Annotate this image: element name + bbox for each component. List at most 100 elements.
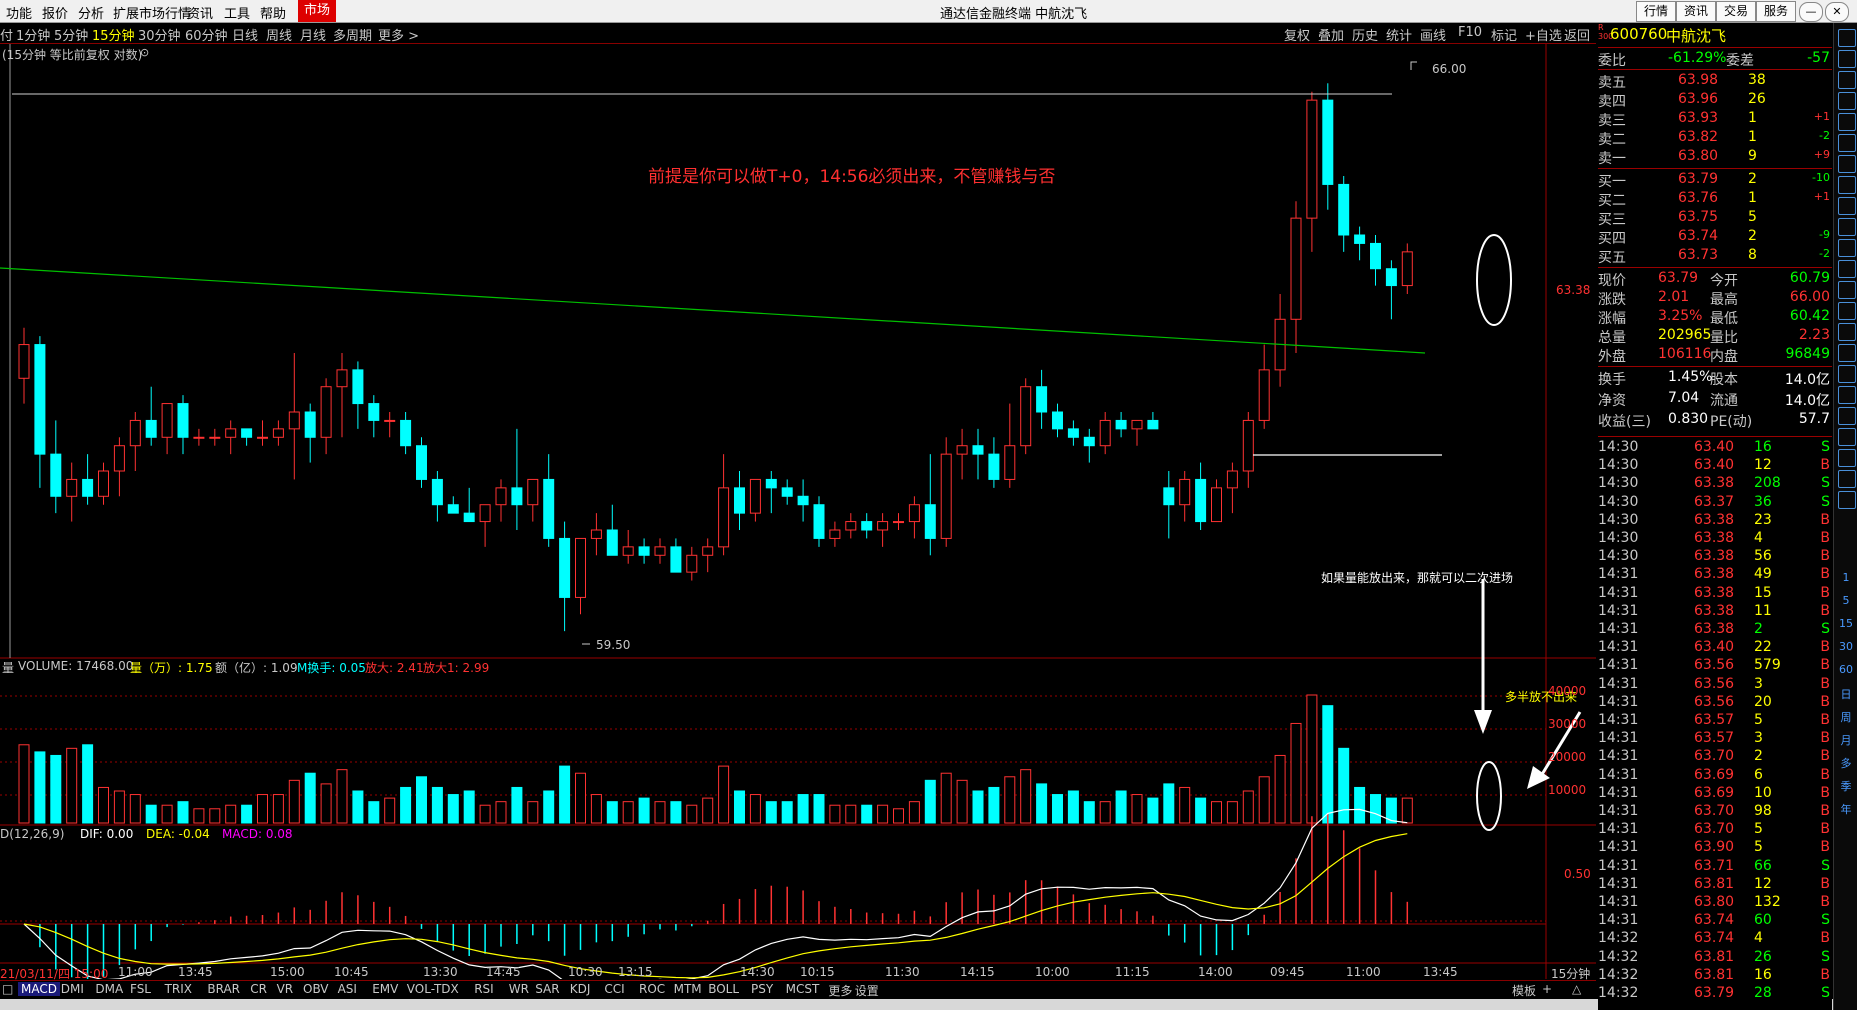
indicator-tab-mtm[interactable]: MTM xyxy=(674,982,702,996)
sidebar-tool-icon[interactable] xyxy=(1838,470,1856,488)
indicator-tab-mcst[interactable]: MCST xyxy=(786,982,820,996)
menu-item-help[interactable]: 帮助 xyxy=(260,3,286,22)
indicator-tab--[interactable]: 设置 xyxy=(855,982,879,999)
sidebar-tool-icon[interactable] xyxy=(1838,239,1856,257)
sidebar-tool-icon[interactable] xyxy=(1838,428,1856,446)
top-button-quote[interactable]: 行情 xyxy=(1636,1,1676,22)
indicator-tab-cci[interactable]: CCI xyxy=(604,982,624,996)
period-30min[interactable]: 30分钟 xyxy=(138,25,181,44)
sidebar-tool-icon[interactable] xyxy=(1838,176,1856,194)
sidebar-tool-icon[interactable] xyxy=(1838,92,1856,110)
indicator-tab-obv[interactable]: OBV xyxy=(303,982,329,996)
sidebar-tool-icon[interactable] xyxy=(1838,197,1856,215)
menu-item-extended-market[interactable]: 扩展市场行情 xyxy=(113,3,191,22)
period-month[interactable]: 月线 xyxy=(300,25,326,44)
close-icon[interactable]: ✕ xyxy=(1825,2,1849,22)
indicator-tab-psy[interactable]: PSY xyxy=(751,982,773,996)
tool-history[interactable]: 历史 xyxy=(1352,25,1378,44)
menu-item-analysis[interactable]: 分析 xyxy=(78,3,104,22)
menu-item-news[interactable]: 资讯 xyxy=(187,3,213,22)
candle-body xyxy=(1004,445,1016,480)
chart-title-chevron-icon[interactable]: ⊙ xyxy=(140,46,149,59)
volume-bar xyxy=(241,804,253,824)
indicator-tab-boll[interactable]: BOLL xyxy=(708,982,739,996)
tool-fuquan[interactable]: 复权 xyxy=(1284,25,1310,44)
sidebar-tool-icon[interactable] xyxy=(1838,155,1856,173)
indicator-tab-macd[interactable]: MACD xyxy=(18,982,60,996)
period-shortcut[interactable]: 日 xyxy=(1837,686,1855,702)
tool-back[interactable]: 返回 xyxy=(1564,25,1590,44)
indicator-tab-fsl[interactable]: FSL xyxy=(130,982,151,996)
sidebar-tool-icon[interactable] xyxy=(1838,260,1856,278)
top-button-news[interactable]: 资讯 xyxy=(1676,1,1716,22)
top-button-service[interactable]: 服务 xyxy=(1756,1,1796,22)
indicator-tab-dmi[interactable]: DMI xyxy=(61,982,84,996)
menu-item-function[interactable]: 功能 xyxy=(6,3,32,22)
period-week[interactable]: 周线 xyxy=(266,25,292,44)
period-shortcut[interactable]: 季 xyxy=(1837,778,1855,794)
sidebar-tool-icon[interactable] xyxy=(1838,302,1856,320)
period-shortcut[interactable]: 年 xyxy=(1837,801,1855,817)
indicator-tab-asi[interactable]: ASI xyxy=(338,982,357,996)
menu-item-quote[interactable]: 报价 xyxy=(42,3,68,22)
sidebar-tool-icon[interactable] xyxy=(1838,449,1856,467)
period-shortcut[interactable]: 1 xyxy=(1837,571,1855,584)
period-shortcut[interactable]: 多 xyxy=(1837,755,1855,771)
sidebar-tool-icon[interactable] xyxy=(1838,386,1856,404)
sidebar-tool-icon[interactable] xyxy=(1838,365,1856,383)
minimize-icon[interactable]: — xyxy=(1799,2,1823,22)
sidebar-tool-icon[interactable] xyxy=(1838,323,1856,341)
sidebar-tool-icon[interactable] xyxy=(1838,281,1856,299)
indicator-tab--[interactable]: 更多 xyxy=(828,982,852,999)
indicator-tab-cr[interactable]: CR xyxy=(250,982,267,996)
sidebar-tool-icon[interactable] xyxy=(1838,71,1856,89)
indicator-tab-trix[interactable]: TRIX xyxy=(165,982,192,996)
period-multi[interactable]: 多周期 xyxy=(333,25,372,44)
sidebar-tool-icon[interactable] xyxy=(1838,491,1856,509)
indicator-tab-vr[interactable]: VR xyxy=(277,982,294,996)
indicator-tab-kdj[interactable]: KDJ xyxy=(570,982,591,996)
sidebar-tool-icon[interactable] xyxy=(1838,407,1856,425)
tool-draw-line[interactable]: 画线 xyxy=(1420,25,1446,44)
indicator-tab-dma[interactable]: DMA xyxy=(95,982,123,996)
indicator-tab-vol-tdx[interactable]: VOL-TDX xyxy=(407,982,459,996)
tool-f10[interactable]: F10 xyxy=(1458,25,1482,40)
sidebar-tool-icon[interactable] xyxy=(1838,344,1856,362)
period-shortcut[interactable]: 5 xyxy=(1837,594,1855,607)
indicator-tab-rsi[interactable]: RSI xyxy=(474,982,494,996)
sidebar-tool-icon[interactable] xyxy=(1838,29,1856,47)
indicator-tab-roc[interactable]: ROC xyxy=(639,982,665,996)
tool-stats[interactable]: 统计 xyxy=(1386,25,1412,44)
sidebar-tool-icon[interactable] xyxy=(1838,218,1856,236)
sidebar-tool-icon[interactable] xyxy=(1838,113,1856,131)
tab-bar-button[interactable]: 模板 xyxy=(1512,982,1536,999)
period-shortcut[interactable]: 60 xyxy=(1837,663,1855,676)
period-15min[interactable]: 15分钟 xyxy=(92,25,135,44)
period-5min[interactable]: 5分钟 xyxy=(54,25,88,44)
tool-mark[interactable]: 标记 xyxy=(1491,25,1517,44)
period-shortcut[interactable]: 月 xyxy=(1837,732,1855,748)
sidebar-tool-icon[interactable] xyxy=(1838,50,1856,68)
period-shortcut[interactable]: 周 xyxy=(1837,709,1855,725)
period-shortcut[interactable]: 30 xyxy=(1837,640,1855,653)
quote-stat-row: 总量 202965 量比 2.23 xyxy=(1598,327,1830,346)
menu-bar: 功能 报价 分析 扩展市场行情 资讯 工具 帮助 市场 通达信金融终端 中航沈飞… xyxy=(0,0,1857,23)
period-1min[interactable]: 1分钟 xyxy=(16,25,50,44)
tool-overlay[interactable]: 叠加 xyxy=(1318,25,1344,44)
period-more[interactable]: 更多 > xyxy=(378,25,419,44)
period-day[interactable]: 日线 xyxy=(232,25,258,44)
indicator-tab-emv[interactable]: EMV xyxy=(372,982,398,996)
menu-item-market[interactable]: 市场 xyxy=(298,0,337,22)
period-60min[interactable]: 60分钟 xyxy=(185,25,228,44)
top-button-trade[interactable]: 交易 xyxy=(1716,1,1756,22)
tab-bar-button[interactable]: + xyxy=(1542,982,1552,996)
indicator-tab-wr[interactable]: WR xyxy=(509,982,529,996)
tab-bar-toggle-icon[interactable]: □ xyxy=(2,982,13,996)
indicator-tab-sar[interactable]: SAR xyxy=(535,982,559,996)
tool-add-watchlist[interactable]: +自选 xyxy=(1525,25,1562,44)
indicator-tab-brar[interactable]: BRAR xyxy=(207,982,240,996)
tab-bar-button[interactable]: △ xyxy=(1572,982,1581,996)
period-shortcut[interactable]: 15 xyxy=(1837,617,1855,630)
sidebar-tool-icon[interactable] xyxy=(1838,134,1856,152)
menu-item-tools[interactable]: 工具 xyxy=(224,3,250,22)
